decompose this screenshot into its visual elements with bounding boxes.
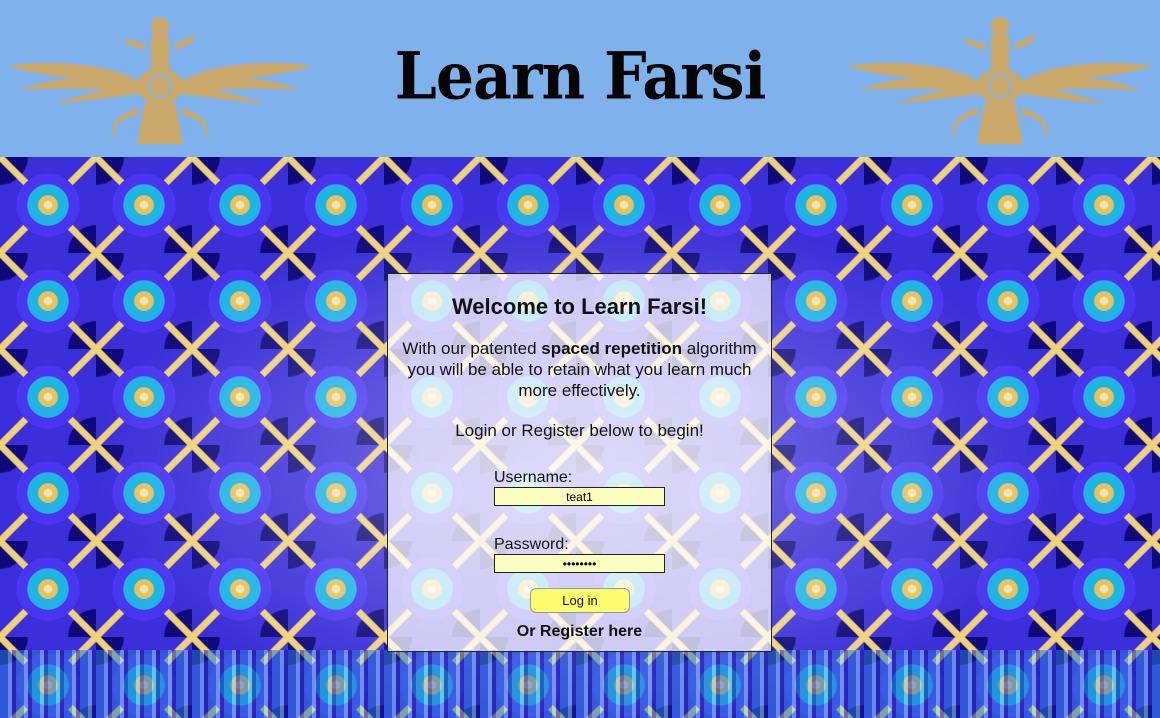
password-label: Password: [494, 536, 569, 553]
welcome-heading: Welcome to Learn Farsi! [451, 294, 708, 319]
login-button[interactable]: Log in [530, 588, 630, 613]
password-input[interactable] [494, 554, 665, 573]
username-field-group: Username: [494, 469, 666, 506]
register-link[interactable]: Or Register here [388, 623, 771, 641]
username-input[interactable] [494, 487, 665, 506]
login-card: Welcome to Learn Farsi! With our patente… [387, 273, 772, 652]
password-field-group: Password: [494, 536, 666, 573]
faravahar-icon [847, 17, 1153, 144]
intro-text-start: With our patented [402, 339, 542, 358]
username-label: Username: [494, 469, 573, 486]
mosaic-border-band [0, 650, 1160, 718]
intro-text-emphasis: spaced repetition [541, 339, 683, 358]
login-prompt: Login or Register below to begin! [455, 421, 704, 440]
site-header: Learn Farsi [0, 0, 1160, 157]
intro-text: With our patented spaced repetition algo… [388, 338, 771, 401]
